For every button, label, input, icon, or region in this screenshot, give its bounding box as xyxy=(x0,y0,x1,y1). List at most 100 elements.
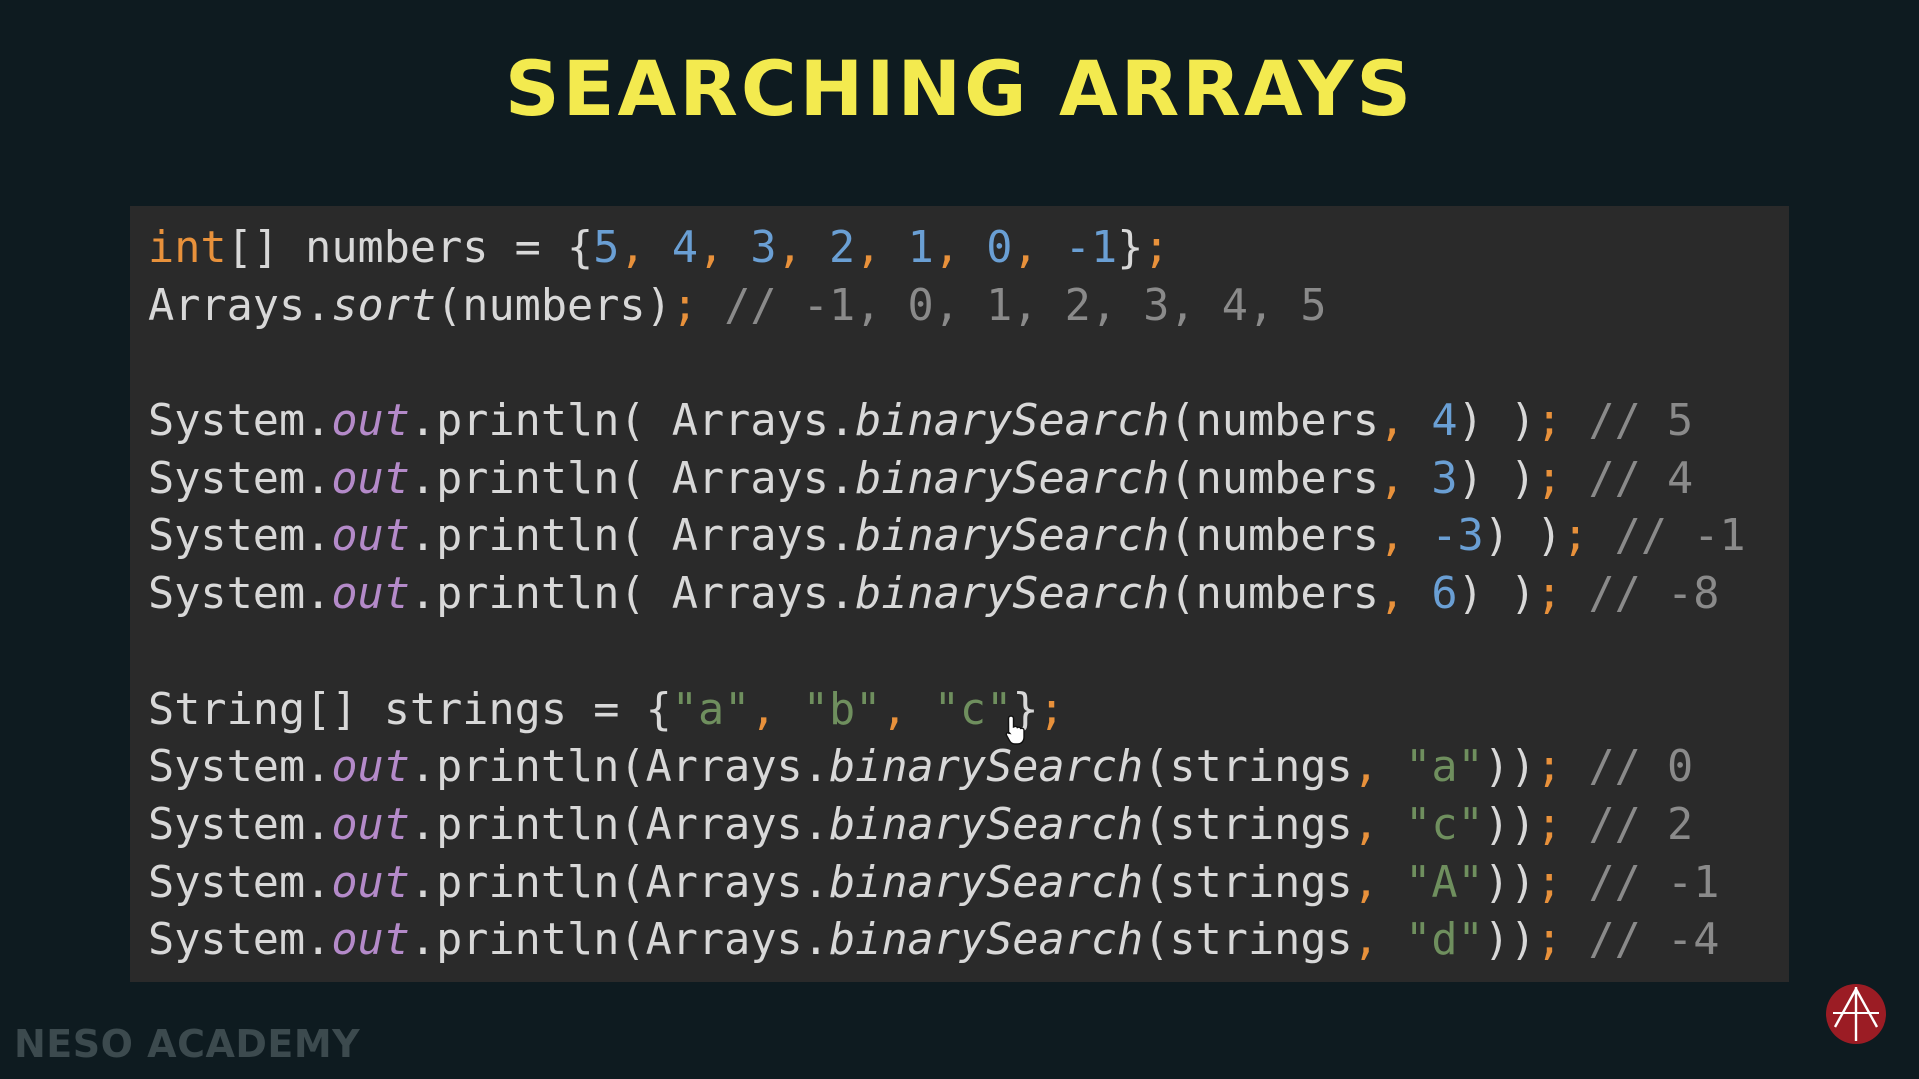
code-token: [] numbers = { xyxy=(226,223,594,273)
code-token: 6 xyxy=(1431,569,1458,620)
code-comment: // 4 xyxy=(1562,453,1694,504)
code-token: )) xyxy=(1483,915,1537,966)
code-token: ) ) xyxy=(1457,569,1537,620)
code-token: 1 xyxy=(907,223,934,273)
code-token: )) xyxy=(1483,857,1537,908)
slide-title: SEARCHING ARRAYS xyxy=(504,44,1415,133)
code-token: System. xyxy=(148,396,332,447)
code-token: out xyxy=(331,396,410,447)
code-token: int xyxy=(148,223,227,273)
code-token: , xyxy=(619,223,672,273)
hand-pointer-cursor-icon xyxy=(1005,714,1027,746)
code-token: System. xyxy=(148,915,332,966)
code-token: binarySearch xyxy=(828,915,1144,966)
code-token: binarySearch xyxy=(828,799,1144,850)
code-token: .println(Arrays. xyxy=(409,857,829,908)
code-token: , xyxy=(698,223,751,273)
code-comment: // -1, 0, 1, 2, 3, 4, 5 xyxy=(698,280,1327,331)
neso-academy-watermark: NESO ACADEMY xyxy=(14,1022,361,1066)
code-token: , xyxy=(881,684,934,735)
code-comment: // -8 xyxy=(1562,569,1720,620)
code-token: Arrays. xyxy=(148,280,332,331)
code-token: )) xyxy=(1483,799,1537,850)
code-line-7: String[] strings = {"a", "b", "c"}; xyxy=(148,682,1746,740)
code-token: , xyxy=(776,223,830,273)
code-token: , xyxy=(1378,511,1432,562)
code-token: System. xyxy=(148,453,332,504)
code-token: -1 xyxy=(1064,223,1118,273)
code-token: , xyxy=(1378,396,1432,447)
code-token: ; xyxy=(1536,453,1563,504)
code-comment: // 5 xyxy=(1562,396,1694,447)
code-token: (numbers xyxy=(1169,569,1379,620)
code-token: System. xyxy=(148,799,332,850)
code-token: System. xyxy=(148,511,332,562)
code-token: , xyxy=(1352,915,1406,966)
code-token: "b" xyxy=(802,684,882,735)
code-token: , xyxy=(1012,223,1065,273)
code-token: ; xyxy=(1536,857,1563,908)
code-token: ; xyxy=(1038,684,1065,735)
code-line-8: System.out.println(Arrays.binarySearch(s… xyxy=(148,739,1746,797)
code-token: "d" xyxy=(1405,915,1484,966)
code-token: ) ) xyxy=(1483,511,1563,562)
code-token: String[] strings = { xyxy=(148,684,672,735)
code-token: System. xyxy=(148,569,332,620)
code-token: , xyxy=(1352,857,1406,908)
code-token: "c" xyxy=(1405,799,1484,850)
code-line-1: int[] numbers = {5, 4, 3, 2, 1, 0, -1}; xyxy=(148,220,1746,278)
code-token: 2 xyxy=(829,223,856,273)
code-token: "a" xyxy=(671,684,751,735)
code-token: (numbers xyxy=(1169,396,1379,447)
code-token: .println( Arrays. xyxy=(409,511,856,562)
code-token: out xyxy=(331,511,410,562)
code-line-11: System.out.println(Arrays.binarySearch(s… xyxy=(148,912,1746,970)
code-token: (strings xyxy=(1143,857,1353,908)
code-token: binarySearch xyxy=(855,569,1170,620)
code-token: -3 xyxy=(1431,511,1484,562)
code-token: .println( Arrays. xyxy=(409,396,856,447)
code-token: , xyxy=(855,223,908,273)
code-token: 3 xyxy=(1431,453,1458,504)
code-token: .println(Arrays. xyxy=(409,915,829,966)
code-token: (numbers) xyxy=(436,280,672,331)
code-comment: // -1 xyxy=(1562,857,1720,908)
code-token: (numbers xyxy=(1169,511,1379,562)
code-token: "c" xyxy=(933,684,1013,735)
code-token: out xyxy=(331,857,410,908)
code-token: (strings xyxy=(1143,915,1353,966)
code-token: binarySearch xyxy=(855,453,1170,504)
code-token: "a" xyxy=(1405,742,1484,793)
code-comment: // 2 xyxy=(1562,799,1694,850)
code-token: , xyxy=(750,684,803,735)
code-token: .println(Arrays. xyxy=(409,799,829,850)
code-token: out xyxy=(331,915,410,966)
code-token: ; xyxy=(1536,799,1563,850)
code-line-6: System.out.println( Arrays.binarySearch(… xyxy=(148,566,1746,624)
code-token: ; xyxy=(1536,396,1563,447)
code-token: "A" xyxy=(1405,857,1484,908)
code-token: (strings xyxy=(1143,799,1353,850)
code-token: binarySearch xyxy=(855,511,1170,562)
code-token: , xyxy=(1378,453,1432,504)
code-token: binarySearch xyxy=(828,857,1144,908)
code-token: ; xyxy=(1536,569,1563,620)
code-token: ; xyxy=(671,280,698,331)
code-line-2: Arrays.sort(numbers); // -1, 0, 1, 2, 3,… xyxy=(148,278,1746,336)
code-token: 4 xyxy=(1431,396,1458,447)
neso-academy-logo-icon xyxy=(1825,983,1887,1045)
code-line-10: System.out.println(Arrays.binarySearch(s… xyxy=(148,855,1746,913)
code-token: ; xyxy=(1536,742,1563,793)
code-token: ) ) xyxy=(1457,453,1537,504)
code-token: , xyxy=(933,223,987,273)
code-token: } xyxy=(1117,223,1144,273)
code-token: System. xyxy=(148,742,332,793)
code-token: , xyxy=(1352,742,1406,793)
code-token: .println( Arrays. xyxy=(409,569,856,620)
code-token: out xyxy=(331,453,410,504)
code-token: binarySearch xyxy=(855,396,1170,447)
code-token: System. xyxy=(148,857,332,908)
code-token: , xyxy=(1378,569,1432,620)
